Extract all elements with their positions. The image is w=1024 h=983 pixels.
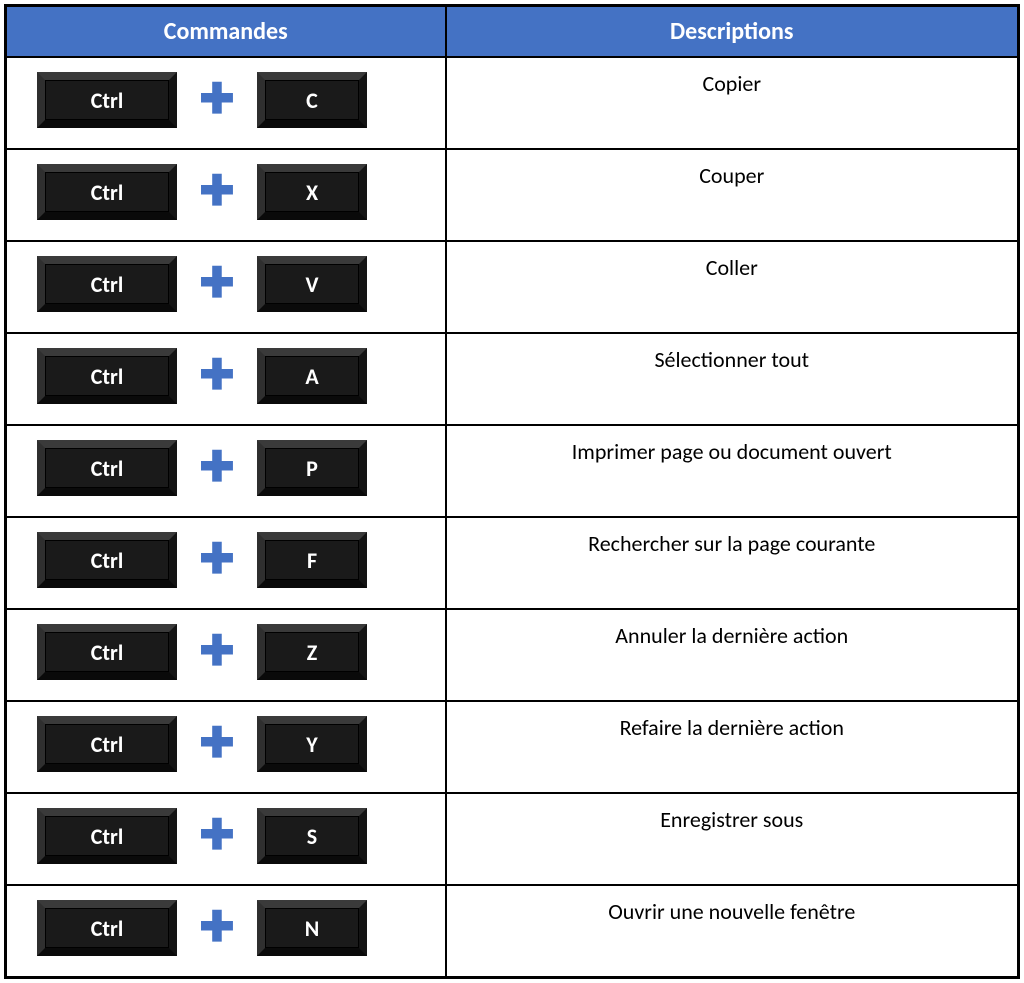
description-cell: Refaire la dernière action xyxy=(446,701,1019,793)
command-cell: Ctrl ✚ F xyxy=(6,517,446,609)
table-row: Ctrl ✚ A Sélectionner tout xyxy=(6,333,1019,425)
key-ctrl: Ctrl xyxy=(37,440,177,496)
shortcut: Ctrl ✚ V xyxy=(37,256,425,312)
shortcut-table: Commandes Descriptions Ctrl ✚ C Copier xyxy=(4,4,1020,979)
description-cell: Sélectionner tout xyxy=(446,333,1019,425)
shortcut: Ctrl ✚ P xyxy=(37,440,425,496)
command-cell: Ctrl ✚ S xyxy=(6,793,446,885)
shortcut-table-wrapper: Commandes Descriptions Ctrl ✚ C Copier xyxy=(0,0,1024,983)
table-row: Ctrl ✚ Z Annuler la dernière action xyxy=(6,609,1019,701)
key-ctrl: Ctrl xyxy=(37,624,177,680)
description-cell: Coller xyxy=(446,241,1019,333)
plus-icon: ✚ xyxy=(199,79,235,121)
command-cell: Ctrl ✚ Z xyxy=(6,609,446,701)
description-cell: Ouvrir une nouvelle fenêtre xyxy=(446,885,1019,977)
plus-icon: ✚ xyxy=(199,723,235,765)
key-ctrl: Ctrl xyxy=(37,900,177,956)
shortcut: Ctrl ✚ N xyxy=(37,900,425,956)
plus-icon: ✚ xyxy=(199,171,235,213)
table-row: Ctrl ✚ C Copier xyxy=(6,57,1019,149)
table-row: Ctrl ✚ F Rechercher sur la page courante xyxy=(6,517,1019,609)
key-ctrl: Ctrl xyxy=(37,72,177,128)
key-letter: X xyxy=(257,164,367,220)
key-letter: S xyxy=(257,808,367,864)
key-letter: P xyxy=(257,440,367,496)
description-cell: Enregistrer sous xyxy=(446,793,1019,885)
plus-icon: ✚ xyxy=(199,631,235,673)
table-row: Ctrl ✚ V Coller xyxy=(6,241,1019,333)
shortcut: Ctrl ✚ Y xyxy=(37,716,425,772)
command-cell: Ctrl ✚ P xyxy=(6,425,446,517)
command-cell: Ctrl ✚ N xyxy=(6,885,446,977)
header-descriptions: Descriptions xyxy=(446,6,1019,58)
table-row: Ctrl ✚ N Ouvrir une nouvelle fenêtre xyxy=(6,885,1019,977)
table-row: Ctrl ✚ S Enregistrer sous xyxy=(6,793,1019,885)
description-cell: Rechercher sur la page courante xyxy=(446,517,1019,609)
shortcut: Ctrl ✚ S xyxy=(37,808,425,864)
command-cell: Ctrl ✚ X xyxy=(6,149,446,241)
key-ctrl: Ctrl xyxy=(37,164,177,220)
command-cell: Ctrl ✚ Y xyxy=(6,701,446,793)
command-cell: Ctrl ✚ V xyxy=(6,241,446,333)
key-ctrl: Ctrl xyxy=(37,808,177,864)
table-header-row: Commandes Descriptions xyxy=(6,6,1019,58)
key-letter: A xyxy=(257,348,367,404)
command-cell: Ctrl ✚ C xyxy=(6,57,446,149)
plus-icon: ✚ xyxy=(199,447,235,489)
shortcut: Ctrl ✚ Z xyxy=(37,624,425,680)
key-letter: F xyxy=(257,532,367,588)
table-row: Ctrl ✚ P Imprimer page ou document ouver… xyxy=(6,425,1019,517)
description-cell: Annuler la dernière action xyxy=(446,609,1019,701)
key-letter: V xyxy=(257,256,367,312)
shortcut: Ctrl ✚ C xyxy=(37,72,425,128)
description-cell: Imprimer page ou document ouvert xyxy=(446,425,1019,517)
key-ctrl: Ctrl xyxy=(37,348,177,404)
key-letter: Z xyxy=(257,624,367,680)
table-row: Ctrl ✚ X Couper xyxy=(6,149,1019,241)
description-cell: Copier xyxy=(446,57,1019,149)
shortcut: Ctrl ✚ A xyxy=(37,348,425,404)
plus-icon: ✚ xyxy=(199,907,235,949)
shortcut: Ctrl ✚ F xyxy=(37,532,425,588)
key-ctrl: Ctrl xyxy=(37,256,177,312)
command-cell: Ctrl ✚ A xyxy=(6,333,446,425)
plus-icon: ✚ xyxy=(199,815,235,857)
key-ctrl: Ctrl xyxy=(37,532,177,588)
key-ctrl: Ctrl xyxy=(37,716,177,772)
table-row: Ctrl ✚ Y Refaire la dernière action xyxy=(6,701,1019,793)
header-commands: Commandes xyxy=(6,6,446,58)
key-letter: Y xyxy=(257,716,367,772)
key-letter: C xyxy=(257,72,367,128)
plus-icon: ✚ xyxy=(199,539,235,581)
description-cell: Couper xyxy=(446,149,1019,241)
plus-icon: ✚ xyxy=(199,263,235,305)
key-letter: N xyxy=(257,900,367,956)
shortcut: Ctrl ✚ X xyxy=(37,164,425,220)
plus-icon: ✚ xyxy=(199,355,235,397)
